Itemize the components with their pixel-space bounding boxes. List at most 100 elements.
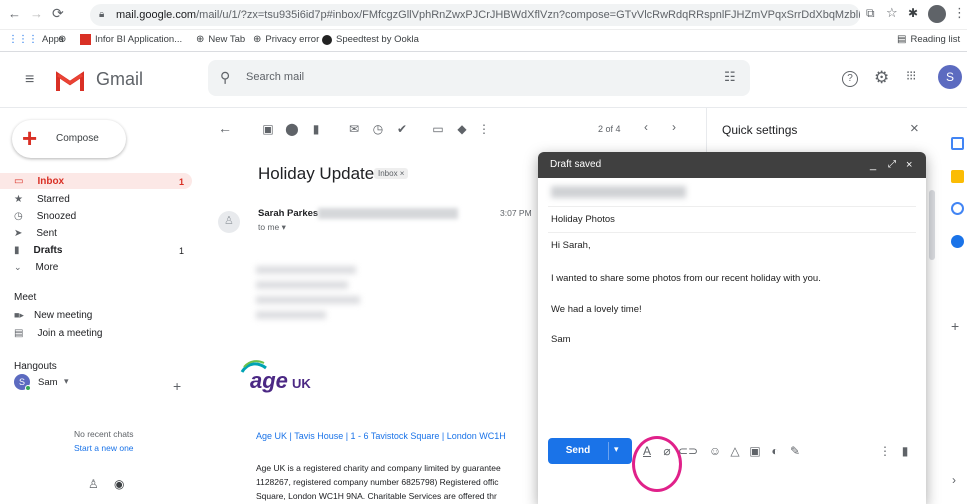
expand-panel-icon[interactable]: › [952, 473, 956, 487]
discard-draft-icon[interactable]: ▮ [898, 444, 912, 458]
search-options-icon[interactable]: ☷ [724, 69, 736, 85]
sidebar-item-snoozed[interactable]: ◷ Snoozed [14, 209, 194, 224]
to-me-dropdown[interactable]: to me ▾ [258, 222, 286, 233]
reload-icon[interactable]: ⟳ [52, 5, 64, 22]
draft-icon: ▮ [14, 245, 20, 256]
search-icon[interactable]: ⚲ [220, 69, 230, 86]
older-icon[interactable]: › [672, 120, 676, 134]
contacts-icon[interactable]: ♙ [88, 477, 99, 491]
sidebar-item-more[interactable]: ⌄ More [14, 260, 194, 275]
body-line: We had a lovely time! [551, 304, 642, 315]
help-icon[interactable]: ? [842, 71, 858, 87]
start-new-chat-link[interactable]: Start a new one [74, 443, 134, 453]
contacts-icon[interactable] [951, 235, 964, 248]
bookmark-apps[interactable]: ⋮⋮⋮ Apps [8, 34, 64, 45]
sidebar-item-inbox[interactable]: ▭ Inbox 1 [14, 174, 194, 189]
compose-plus-icon: + [22, 123, 38, 153]
footer-line: 1128267, registered company number 68257… [256, 477, 499, 487]
sidebar-item-starred[interactable]: ★ Starred [14, 192, 194, 207]
keyboard-icon: ▤ [14, 328, 24, 339]
newer-icon[interactable]: ‹ [644, 120, 648, 134]
person-icon: ♙ [224, 215, 234, 227]
more-options-icon[interactable]: ⋮ [476, 121, 492, 137]
back-arrow-icon[interactable]: ← [8, 6, 21, 21]
scrollbar[interactable] [929, 190, 935, 260]
tasks-icon[interactable] [951, 202, 964, 215]
bookmark-new-tab[interactable]: ⊕ New Tab [196, 34, 245, 45]
bookmark-speedtest[interactable]: Speedtest by Ookla [322, 34, 419, 45]
mark-unread-icon[interactable]: ✉ [346, 121, 362, 137]
keep-icon[interactable] [951, 170, 964, 183]
hangouts-heading: Hangouts [14, 361, 57, 372]
emoji-icon[interactable]: ☺ [708, 444, 722, 458]
gmail-header: ≡ Gmail ⚲ Search mail ☷ ? ⚙ ⁝⁝⁝ S [0, 52, 967, 108]
forward-arrow-icon[interactable]: → [30, 6, 43, 21]
drive-icon[interactable]: △ [728, 444, 742, 458]
recipients-field[interactable] [551, 186, 686, 198]
sidebar-item-drafts[interactable]: ▮ Drafts 1 [14, 243, 194, 258]
sidebar-item-label: More [35, 262, 59, 273]
compose-window: Draft saved _ ⤢ × Holiday Photos Hi Sara… [538, 152, 926, 504]
profile-icon[interactable] [928, 5, 946, 23]
meet-new-meeting[interactable]: ■▸ New meeting [14, 308, 194, 323]
move-to-icon[interactable]: ▭ [430, 121, 446, 137]
send-button[interactable]: Send [548, 438, 608, 464]
send-button-group: Send ▾ [548, 438, 632, 464]
bookmark-privacy-error[interactable]: ⊕ Privacy error [253, 34, 319, 45]
body-line: Sam [551, 334, 571, 345]
share-icon[interactable]: ⧉ [866, 6, 875, 21]
bookmark-star-icon[interactable]: ☆ [886, 5, 898, 21]
snooze-icon[interactable]: ◷ [370, 121, 386, 137]
insert-photo-icon[interactable]: ▣ [748, 444, 762, 458]
chevron-down-icon: ⌄ [14, 262, 22, 272]
insert-link-icon[interactable]: ⊂⊃ [678, 444, 698, 458]
compose-button[interactable]: + Compose [12, 120, 126, 158]
close-icon[interactable]: × [910, 120, 919, 137]
clock-icon: ◷ [14, 211, 23, 222]
reading-list[interactable]: ▤ Reading list [897, 34, 960, 45]
divider [548, 232, 916, 233]
settings-gear-icon[interactable]: ⚙ [874, 68, 889, 88]
label-icon[interactable]: ◆ [454, 121, 470, 137]
calendar-icon[interactable] [951, 137, 964, 150]
browser-menu-icon[interactable]: ⋮ [953, 5, 966, 21]
google-apps-icon[interactable]: ⁝⁝⁝ [906, 68, 916, 84]
inbox-label-badge[interactable]: Inbox × [374, 168, 409, 179]
subject-field[interactable]: Holiday Photos [551, 214, 615, 225]
hangouts-user[interactable]: S Sam ▾ [14, 374, 194, 392]
bookmark-label: New Tab [208, 34, 246, 45]
search-box[interactable]: ⚲ Search mail ☷ [208, 60, 750, 96]
main-menu-icon[interactable]: ≡ [25, 71, 34, 89]
minimize-icon[interactable]: _ [870, 152, 876, 178]
signature-icon[interactable]: ✎ [788, 444, 802, 458]
add-addon-icon[interactable]: + [951, 318, 959, 334]
bookmark-infor[interactable]: Infor BI Application... [80, 34, 182, 45]
sidebar-item-label: Sent [36, 228, 57, 239]
hangouts-user-name: Sam [38, 377, 58, 388]
pagination-text: 2 of 4 [598, 124, 621, 134]
address-line[interactable]: Age UK | Tavis House | 1 - 6 Tavistock S… [256, 431, 506, 441]
add-task-icon[interactable]: ✔ [394, 121, 410, 137]
close-compose-icon[interactable]: × [906, 152, 912, 178]
more-compose-options-icon[interactable]: ⋮ [878, 444, 892, 458]
sidebar-item-sent[interactable]: ➤ Sent [14, 226, 194, 241]
archive-icon[interactable]: ▣ [260, 121, 276, 137]
browser-toolbar: ← → ⟳ 🔒︎ mail.google.com/mail/u/1/?zx=ts… [0, 0, 967, 30]
compose-header[interactable]: Draft saved _ ⤢ × [538, 152, 926, 178]
confidential-mode-icon[interactable]: ◐ [768, 444, 782, 458]
bookmark-globe[interactable]: ⊕ [58, 34, 66, 45]
star-icon: ★ [14, 194, 23, 205]
fullscreen-icon[interactable]: ⤢ [888, 152, 896, 178]
schedule-send-icon[interactable]: ▾ [614, 444, 619, 455]
back-to-inbox-icon[interactable]: ← [218, 120, 232, 136]
add-hangout-icon[interactable]: + [173, 378, 181, 394]
extensions-icon[interactable]: ✱ [908, 6, 918, 20]
search-input[interactable]: Search mail [246, 71, 304, 83]
apps-grid-icon: ⋮⋮⋮ [8, 34, 38, 45]
meet-join-meeting[interactable]: ▤ Join a meeting [14, 326, 194, 341]
delete-icon[interactable]: ▮ [308, 121, 324, 137]
hangouts-bubble-icon[interactable]: ◉ [114, 477, 124, 491]
report-spam-icon[interactable]: ⬤ [284, 121, 300, 137]
account-avatar[interactable]: S [938, 65, 962, 89]
address-bar[interactable]: 🔒︎ mail.google.com/mail/u/1/?zx=tsu935i6… [90, 4, 860, 26]
